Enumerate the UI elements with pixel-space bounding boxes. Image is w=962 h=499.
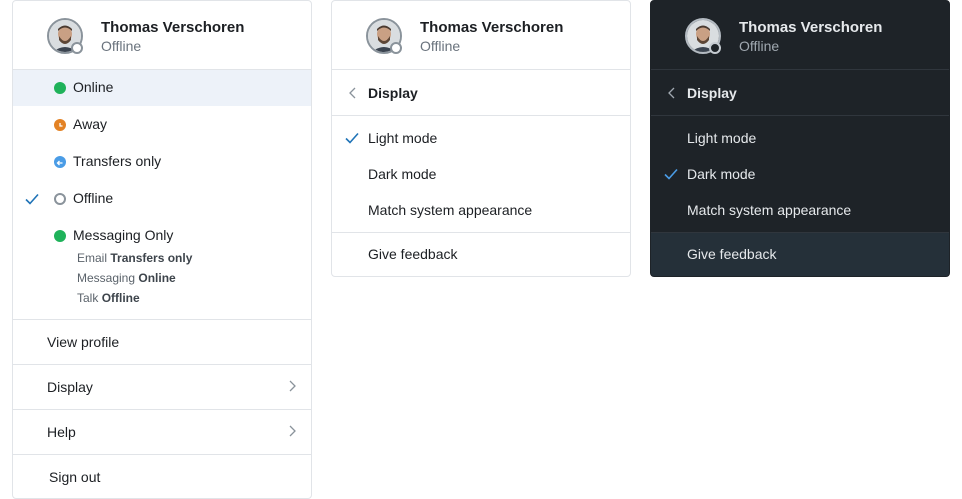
menu-item-label: Help: [47, 424, 76, 440]
menu-item-label: Give feedback: [687, 246, 777, 262]
online-dot-icon: [54, 230, 66, 242]
option-label: Match system appearance: [687, 202, 852, 218]
channel-name: Talk: [77, 291, 99, 305]
light-mode-option[interactable]: Light mode: [332, 120, 630, 156]
presence-indicator: [390, 42, 402, 54]
match-system-option[interactable]: Match system appearance: [651, 192, 949, 228]
transfer-arrow-icon: [54, 156, 66, 168]
check-icon: [344, 130, 360, 146]
submenu-title: Display: [368, 85, 418, 101]
status-option-label: Away: [73, 116, 107, 132]
match-system-option[interactable]: Match system appearance: [332, 192, 630, 228]
chevron-right-icon: [289, 380, 296, 392]
status-option-label: Offline: [73, 190, 114, 206]
user-header: Thomas Verschoren Offline: [13, 1, 311, 70]
option-label: Match system appearance: [368, 202, 533, 218]
give-feedback-item[interactable]: Give feedback: [332, 233, 630, 276]
offline-dot-icon: [54, 193, 66, 205]
status-option-label: Transfers only: [73, 153, 162, 169]
display-item[interactable]: Display: [13, 365, 311, 409]
divider: [651, 115, 949, 116]
display-menu-light-panel: Thomas Verschoren Offline Display Light …: [331, 0, 631, 277]
option-label: Dark mode: [368, 166, 437, 182]
menu-item-label: View profile: [47, 334, 120, 350]
channel-value: Offline: [101, 291, 140, 305]
menu-item-label: Display: [47, 379, 93, 395]
user-status: Offline: [420, 38, 461, 54]
status-option-label: Messaging Only: [73, 227, 174, 243]
away-clock-icon: [54, 119, 66, 131]
presence-indicator: [709, 42, 721, 54]
user-header: Thomas Verschoren Offline: [651, 1, 949, 70]
menu-item-label: Sign out: [49, 469, 101, 485]
status-option-label: Online: [73, 79, 114, 95]
status-option-messaging-only[interactable]: Messaging Only Email Transfers only Mess…: [13, 218, 311, 314]
user-status: Offline: [101, 38, 142, 54]
user-header: Thomas Verschoren Offline: [332, 1, 630, 70]
channel-name: Messaging: [77, 271, 136, 285]
chevron-left-icon: [349, 87, 356, 99]
channel-value: Transfers only: [110, 251, 193, 265]
user-name: Thomas Verschoren: [420, 19, 564, 36]
status-option-away[interactable]: Away: [13, 107, 311, 143]
back-to-main-menu[interactable]: Display: [332, 71, 630, 115]
option-label: Dark mode: [687, 166, 756, 182]
option-label: Light mode: [687, 130, 757, 146]
sign-out-item[interactable]: Sign out: [13, 455, 311, 498]
chevron-left-icon: [668, 87, 675, 99]
light-mode-option[interactable]: Light mode: [651, 120, 949, 156]
status-menu-panel: Thomas Verschoren Offline Online Away Tr…: [12, 0, 312, 499]
option-label: Light mode: [368, 130, 438, 146]
submenu-title: Display: [687, 85, 737, 101]
channel-value: Online: [138, 271, 176, 285]
chevron-right-icon: [289, 425, 296, 437]
help-item[interactable]: Help: [13, 410, 311, 454]
online-dot-icon: [54, 82, 66, 94]
status-option-online[interactable]: Online: [13, 70, 311, 106]
menu-item-label: Give feedback: [368, 246, 458, 262]
check-icon: [663, 166, 679, 182]
check-icon: [24, 191, 40, 207]
dark-mode-option[interactable]: Dark mode: [651, 156, 949, 192]
give-feedback-item[interactable]: Give feedback: [651, 233, 949, 276]
view-profile-item[interactable]: View profile: [13, 320, 311, 364]
channel-status-messaging: Messaging Online: [77, 271, 176, 285]
display-menu-dark-panel: Thomas Verschoren Offline Display Light …: [650, 0, 950, 277]
presence-indicator: [71, 42, 83, 54]
user-status: Offline: [739, 38, 780, 54]
back-to-main-menu[interactable]: Display: [651, 71, 949, 115]
user-name: Thomas Verschoren: [739, 19, 883, 36]
dark-mode-option[interactable]: Dark mode: [332, 156, 630, 192]
channel-name: Email: [77, 251, 108, 265]
channel-status-email: Email Transfers only: [77, 251, 192, 265]
channel-status-talk: Talk Offline: [77, 291, 140, 305]
user-name: Thomas Verschoren: [101, 19, 245, 36]
status-option-offline[interactable]: Offline: [13, 181, 311, 217]
divider: [332, 115, 630, 116]
status-option-transfers-only[interactable]: Transfers only: [13, 144, 311, 180]
